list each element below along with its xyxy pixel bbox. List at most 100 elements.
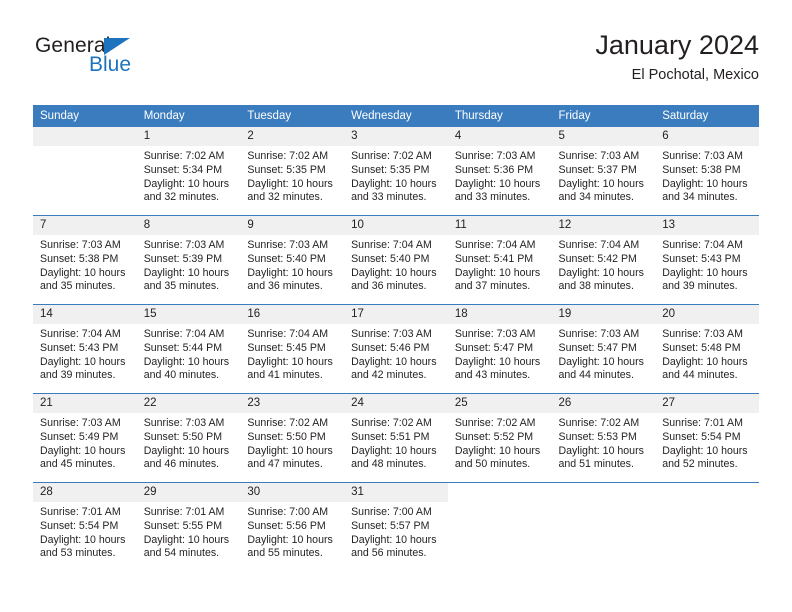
detail-daylight2: and 33 minutes. <box>454 191 531 204</box>
detail-sunset: Sunset: 5:44 PM <box>143 341 223 354</box>
day-cell[interactable]: 10 Sunrise: 7:04 AM Sunset: 5:40 PM Dayligh… <box>344 216 448 304</box>
detail-sunrise: Sunrise: 7:02 AM <box>143 150 225 162</box>
day-cell[interactable]: 12 Sunrise: 7:04 AM Sunset: 5:42 PM Dayligh… <box>551 216 656 304</box>
day-details: Sunrise: 7:04 AM Sunset: 5:43 PM Daylight:… <box>655 235 759 294</box>
day-cell[interactable]: 6 Sunrise: 7:03 AM Sunset: 5:38 PM Daylight… <box>655 127 759 215</box>
detail-sunset: Sunset: 5:47 PM <box>454 341 534 354</box>
day-cell[interactable]: 15 Sunrise: 7:04 AM Sunset: 5:44 PM Dayligh… <box>136 305 241 393</box>
detail-daylight1: Daylight: 10 hours <box>247 266 333 279</box>
calendar-cell: 15 Sunrise: 7:04 AM Sunset: 5:44 PM Dayligh… <box>136 304 241 394</box>
day-cell[interactable]: 2 Sunrise: 7:02 AM Sunset: 5:35 PM Daylight… <box>240 127 345 215</box>
detail-daylight1: Daylight: 10 hours <box>351 533 437 546</box>
detail-daylight1: Daylight: 10 hours <box>40 355 126 368</box>
day-cell[interactable]: 31 Sunrise: 7:00 AM Sunset: 5:57 PM Dayligh… <box>344 483 448 571</box>
detail-sunrise: Sunrise: 7:00 AM <box>247 506 329 518</box>
detail-daylight2: and 39 minutes. <box>662 280 738 293</box>
day-number: 24 <box>344 394 448 413</box>
day-cell[interactable]: 25 Sunrise: 7:02 AM Sunset: 5:52 PM Dayligh… <box>447 394 552 482</box>
day-number: 16 <box>240 305 345 324</box>
detail-daylight2: and 34 minutes. <box>662 191 738 204</box>
day-details: Sunrise: 7:03 AM Sunset: 5:50 PM Daylight:… <box>137 413 241 472</box>
day-details: Sunrise: 7:00 AM Sunset: 5:57 PM Daylight:… <box>344 502 448 561</box>
general-blue-logo[interactable]: General Blue <box>33 34 233 86</box>
calendar-cell: 9 Sunrise: 7:03 AM Sunset: 5:40 PM Daylight… <box>240 215 345 305</box>
page-header: General Blue January 2024 El Pochotal, M… <box>33 28 759 90</box>
calendar-cell: 27 Sunrise: 7:01 AM Sunset: 5:54 PM Dayligh… <box>655 393 759 483</box>
day-cell[interactable]: 4 Sunrise: 7:03 AM Sunset: 5:36 PM Daylight… <box>447 127 552 215</box>
title-block: January 2024 El Pochotal, Mexico <box>595 28 759 86</box>
day-cell[interactable]: 23 Sunrise: 7:02 AM Sunset: 5:50 PM Dayligh… <box>240 394 345 482</box>
detail-sunrise: Sunrise: 7:04 AM <box>351 239 432 251</box>
day-cell[interactable]: 21 Sunrise: 7:03 AM Sunset: 5:49 PM Dayligh… <box>33 394 137 482</box>
detail-daylight2: and 50 minutes. <box>454 458 531 471</box>
day-details: Sunrise: 7:03 AM Sunset: 5:39 PM Daylight:… <box>137 235 241 294</box>
day-number: 14 <box>33 305 137 324</box>
day-cell[interactable]: 11 Sunrise: 7:04 AM Sunset: 5:41 PM Dayligh… <box>447 216 552 304</box>
detail-sunrise: Sunrise: 7:03 AM <box>143 417 225 429</box>
day-cell[interactable]: 9 Sunrise: 7:03 AM Sunset: 5:40 PM Daylight… <box>240 216 345 304</box>
day-details: Sunrise: 7:02 AM Sunset: 5:51 PM Daylight:… <box>344 413 448 472</box>
detail-sunrise: Sunrise: 7:01 AM <box>143 506 225 518</box>
calendar-cell: 1 Sunrise: 7:02 AM Sunset: 5:34 PM Daylight… <box>136 127 241 216</box>
detail-daylight2: and 32 minutes. <box>247 191 323 204</box>
day-cell[interactable]: 1 Sunrise: 7:02 AM Sunset: 5:34 PM Daylight… <box>136 127 241 215</box>
day-details: Sunrise: 7:04 AM Sunset: 5:44 PM Daylight:… <box>137 324 241 383</box>
weekday-header-friday: Friday <box>551 105 656 127</box>
day-number: 17 <box>344 305 448 324</box>
day-details: Sunrise: 7:03 AM Sunset: 5:47 PM Daylight:… <box>448 324 552 383</box>
day-details: Sunrise: 7:03 AM Sunset: 5:37 PM Daylight:… <box>552 146 656 205</box>
detail-daylight2: and 46 minutes. <box>143 458 220 471</box>
calendar-cell: 3 Sunrise: 7:02 AM Sunset: 5:35 PM Daylight… <box>344 127 448 216</box>
day-details: Sunrise: 7:02 AM Sunset: 5:35 PM Daylight:… <box>240 146 344 205</box>
detail-daylight2: and 48 minutes. <box>351 458 427 471</box>
day-number: 9 <box>240 216 345 235</box>
calendar-cell: 4 Sunrise: 7:03 AM Sunset: 5:36 PM Daylight… <box>447 127 552 216</box>
day-number: 7 <box>33 216 137 235</box>
calendar-table: Sunday Monday Tuesday Wednesday Thursday… <box>33 105 759 571</box>
day-cell[interactable]: 24 Sunrise: 7:02 AM Sunset: 5:51 PM Dayligh… <box>344 394 448 482</box>
day-details: Sunrise: 7:03 AM Sunset: 5:38 PM Daylight:… <box>33 235 137 294</box>
day-cell[interactable]: 5 Sunrise: 7:03 AM Sunset: 5:37 PM Daylight… <box>551 127 656 215</box>
day-cell[interactable]: 28 Sunrise: 7:01 AM Sunset: 5:54 PM Dayligh… <box>33 483 137 571</box>
day-cell[interactable]: 22 Sunrise: 7:03 AM Sunset: 5:50 PM Dayligh… <box>136 394 241 482</box>
day-cell[interactable]: 13 Sunrise: 7:04 AM Sunset: 5:43 PM Dayligh… <box>655 216 759 304</box>
day-cell[interactable]: 30 Sunrise: 7:00 AM Sunset: 5:56 PM Dayligh… <box>240 483 345 571</box>
day-cell[interactable]: 7 Sunrise: 7:03 AM Sunset: 5:38 PM Daylight… <box>33 216 137 304</box>
day-cell[interactable]: 26 Sunrise: 7:02 AM Sunset: 5:53 PM Dayligh… <box>551 394 656 482</box>
detail-daylight2: and 36 minutes. <box>247 280 323 293</box>
detail-sunrise: Sunrise: 7:03 AM <box>40 239 121 251</box>
weekday-header-saturday: Saturday <box>655 105 759 127</box>
day-cell[interactable]: 17 Sunrise: 7:03 AM Sunset: 5:46 PM Dayligh… <box>344 305 448 393</box>
day-cell[interactable]: 3 Sunrise: 7:02 AM Sunset: 5:35 PM Daylight… <box>344 127 448 215</box>
day-number: 26 <box>551 394 656 413</box>
detail-daylight2: and 39 minutes. <box>40 369 116 382</box>
day-cell[interactable]: 8 Sunrise: 7:03 AM Sunset: 5:39 PM Daylight… <box>136 216 241 304</box>
detail-daylight1: Daylight: 10 hours <box>143 177 230 190</box>
detail-daylight2: and 35 minutes. <box>40 280 116 293</box>
day-cell[interactable]: 27 Sunrise: 7:01 AM Sunset: 5:54 PM Dayligh… <box>655 394 759 482</box>
day-cell[interactable]: 16 Sunrise: 7:04 AM Sunset: 5:45 PM Dayligh… <box>240 305 345 393</box>
day-details: Sunrise: 7:01 AM Sunset: 5:54 PM Daylight:… <box>33 502 137 561</box>
calendar-cell: 31 Sunrise: 7:00 AM Sunset: 5:57 PM Dayligh… <box>344 482 448 571</box>
detail-daylight1: Daylight: 10 hours <box>558 444 644 457</box>
weekday-header-thursday: Thursday <box>447 105 552 127</box>
day-number: 10 <box>344 216 448 235</box>
day-cell[interactable]: 20 Sunrise: 7:03 AM Sunset: 5:48 PM Dayligh… <box>655 305 759 393</box>
day-cell[interactable]: 19 Sunrise: 7:03 AM Sunset: 5:47 PM Dayligh… <box>551 305 656 393</box>
empty-day-cell <box>448 483 552 571</box>
calendar-cell: 6 Sunrise: 7:03 AM Sunset: 5:38 PM Daylight… <box>655 127 759 216</box>
detail-daylight2: and 35 minutes. <box>143 280 220 293</box>
day-cell[interactable]: 14 Sunrise: 7:04 AM Sunset: 5:43 PM Dayligh… <box>33 305 137 393</box>
detail-sunrise: Sunrise: 7:03 AM <box>247 239 329 251</box>
calendar-cell: 30 Sunrise: 7:00 AM Sunset: 5:56 PM Dayligh… <box>240 482 345 571</box>
detail-sunset: Sunset: 5:43 PM <box>662 252 741 265</box>
detail-sunset: Sunset: 5:50 PM <box>247 430 326 443</box>
calendar-body: 1 Sunrise: 7:02 AM Sunset: 5:34 PM Daylight… <box>33 127 759 571</box>
detail-sunrise: Sunrise: 7:02 AM <box>247 150 329 162</box>
calendar-cell: 16 Sunrise: 7:04 AM Sunset: 5:45 PM Dayligh… <box>240 304 345 394</box>
detail-sunset: Sunset: 5:43 PM <box>40 341 119 354</box>
calendar-cell: 17 Sunrise: 7:03 AM Sunset: 5:46 PM Dayligh… <box>344 304 448 394</box>
detail-sunset: Sunset: 5:51 PM <box>351 430 430 443</box>
day-cell[interactable]: 18 Sunrise: 7:03 AM Sunset: 5:47 PM Dayligh… <box>447 305 552 393</box>
day-cell[interactable]: 29 Sunrise: 7:01 AM Sunset: 5:55 PM Dayligh… <box>136 483 241 571</box>
